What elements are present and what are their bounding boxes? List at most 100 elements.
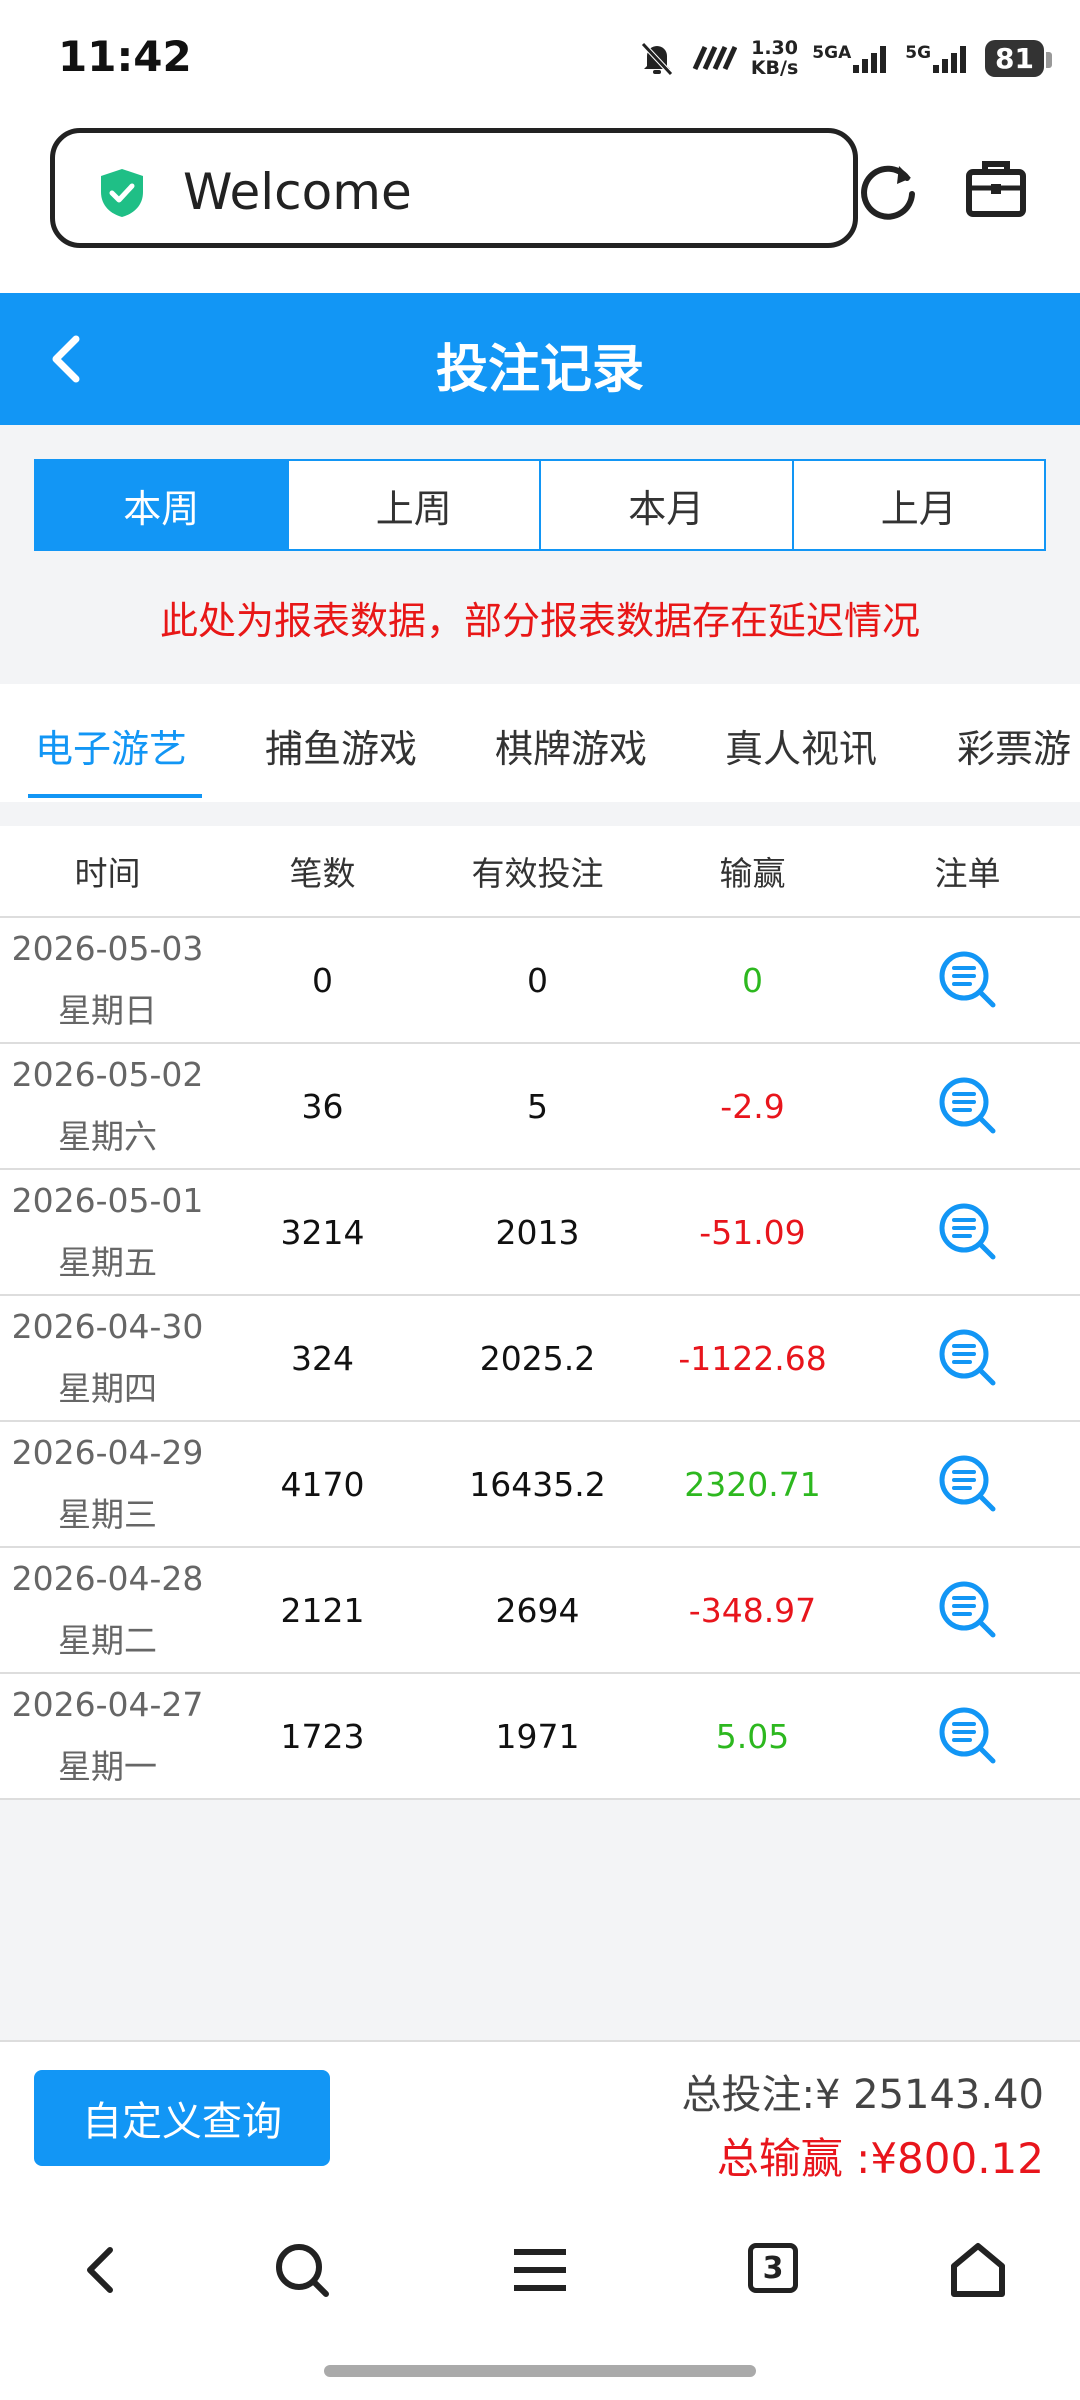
signal-5ga: 5GA xyxy=(812,43,891,73)
gesture-handle xyxy=(324,2365,756,2377)
table-row: 2026-05-03 星期日 0 0 0 xyxy=(0,918,1080,1044)
date-cell: 2026-04-28 星期二 xyxy=(0,1548,215,1672)
game-category-tabs: 电子游艺 捕鱼游戏 棋牌游戏 真人视讯 彩票游 xyxy=(0,684,1080,802)
page-header: 投注记录 xyxy=(0,293,1080,425)
menu-icon[interactable] xyxy=(510,2240,570,2300)
tab-card-games[interactable]: 棋牌游戏 xyxy=(495,718,647,773)
bet-detail-button[interactable] xyxy=(860,1075,1075,1137)
bet-detail-button[interactable] xyxy=(860,1579,1075,1641)
date-text: 2026-04-28 xyxy=(11,1559,204,1598)
valid-bet-cell: 2025.2 xyxy=(479,1338,596,1378)
valid-bet-cell: 16435.2 xyxy=(469,1464,606,1504)
active-tab-indicator xyxy=(28,794,202,798)
search-list-icon xyxy=(939,1581,995,1638)
table-row: 2026-04-27 星期一 1723 1971 5.05 xyxy=(0,1674,1080,1800)
date-cell: 2026-04-30 星期四 xyxy=(0,1296,215,1420)
bet-detail-button[interactable] xyxy=(860,1327,1075,1389)
tab-lottery[interactable]: 彩票游 xyxy=(957,718,1071,773)
search-list-icon xyxy=(939,1455,995,1512)
tab-this-week[interactable]: 本周 xyxy=(36,461,289,549)
total-bet: 总投注:¥ 25143.40 xyxy=(681,2072,1045,2118)
tab-live-casino[interactable]: 真人视讯 xyxy=(725,718,877,773)
carrier-logo-icon xyxy=(692,45,737,71)
column-header: 有效投注 xyxy=(471,854,604,893)
win-loss-cell: -1122.68 xyxy=(678,1338,827,1378)
signal-bars-icon xyxy=(853,46,887,73)
date-text: 2026-05-03 xyxy=(11,929,204,968)
valid-bet-cell: 0 xyxy=(527,960,548,1000)
home-icon[interactable] xyxy=(948,2240,1008,2300)
search-list-icon xyxy=(939,1077,995,1134)
date-text: 2026-04-30 xyxy=(11,1307,204,1346)
bet-detail-button[interactable] xyxy=(860,1705,1075,1767)
address-text: Welcome xyxy=(183,163,412,221)
date-cell: 2026-04-29 星期三 xyxy=(0,1422,215,1546)
date-cell: 2026-05-03 星期日 xyxy=(0,918,215,1042)
tab-electronic-games[interactable]: 电子游艺 xyxy=(35,718,187,773)
weekday-text: 星期二 xyxy=(58,1621,157,1660)
toolbox-icon[interactable] xyxy=(965,158,1027,220)
win-loss-cell: 2320.71 xyxy=(684,1464,821,1504)
search-icon[interactable] xyxy=(272,2240,332,2300)
search-list-icon xyxy=(939,1707,995,1764)
summary-footer: 自定义查询 总投注:¥ 25143.40 总输赢 :¥800.12 xyxy=(0,2040,1080,2197)
tab-fishing-games[interactable]: 捕鱼游戏 xyxy=(265,718,417,773)
custom-query-button[interactable]: 自定义查询 xyxy=(34,2070,330,2166)
win-loss-cell: 0 xyxy=(742,960,763,1000)
status-time: 11:42 xyxy=(58,32,192,81)
refresh-icon[interactable] xyxy=(855,158,921,224)
win-loss-cell: -2.9 xyxy=(720,1086,785,1126)
date-text: 2026-05-02 xyxy=(11,1055,204,1094)
search-list-icon xyxy=(939,1203,995,1260)
valid-bet-cell: 2013 xyxy=(495,1212,580,1252)
delay-notice: 此处为报表数据，部分报表数据存在延迟情况 xyxy=(159,599,920,643)
valid-bet-cell: 2694 xyxy=(495,1590,580,1630)
bet-detail-button[interactable] xyxy=(860,1453,1075,1515)
column-header: 注单 xyxy=(934,854,1001,893)
weekday-text: 星期日 xyxy=(58,991,157,1030)
status-icons: 1.30 KB/s 5GA 5G 81 xyxy=(637,34,1052,82)
count-cell: 2121 xyxy=(280,1590,365,1630)
column-header: 时间 xyxy=(74,854,141,893)
tab-last-month[interactable]: 上月 xyxy=(794,461,1045,549)
tabs-count-icon[interactable]: 3 xyxy=(748,2243,798,2293)
tab-this-month[interactable]: 本月 xyxy=(541,461,794,549)
search-list-icon xyxy=(939,951,995,1008)
weekday-text: 星期四 xyxy=(58,1369,157,1408)
table-row: 2026-05-01 星期五 3214 2013 -51.09 xyxy=(0,1170,1080,1296)
net-speed: 1.30 KB/s xyxy=(750,37,799,79)
weekday-text: 星期一 xyxy=(58,1747,157,1786)
column-header: 笔数 xyxy=(289,854,356,893)
win-loss-cell: -51.09 xyxy=(699,1212,806,1252)
browser-nav-bar: 3 xyxy=(0,2195,1080,2400)
date-text: 2026-05-01 xyxy=(11,1181,204,1220)
table-row: 2026-04-28 星期二 2121 2694 -348.97 xyxy=(0,1548,1080,1674)
tab-last-week[interactable]: 上周 xyxy=(289,461,541,549)
browser-toolbar: Welcome xyxy=(0,118,1080,293)
shield-check-icon xyxy=(101,169,143,217)
signal-bars-icon xyxy=(933,46,967,73)
count-cell: 1723 xyxy=(280,1716,365,1756)
weekday-text: 星期六 xyxy=(58,1117,157,1156)
signal-5g: 5G xyxy=(905,43,971,73)
count-cell: 4170 xyxy=(280,1464,365,1504)
count-cell: 3214 xyxy=(280,1212,365,1252)
address-bar[interactable]: Welcome xyxy=(50,128,858,248)
count-cell: 0 xyxy=(312,960,333,1000)
search-list-icon xyxy=(939,1329,995,1386)
date-range-tabs: 本周 上周 本月 上月 xyxy=(34,459,1046,551)
table-row: 2026-05-02 星期六 36 5 -2.9 xyxy=(0,1044,1080,1170)
date-text: 2026-04-27 xyxy=(11,1685,204,1724)
date-text: 2026-04-29 xyxy=(11,1433,204,1472)
bet-detail-button[interactable] xyxy=(860,1201,1075,1263)
bet-detail-button[interactable] xyxy=(860,949,1075,1011)
mute-bell-icon xyxy=(640,42,673,76)
date-cell: 2026-04-27 星期一 xyxy=(0,1674,215,1798)
count-cell: 36 xyxy=(301,1086,344,1126)
valid-bet-cell: 5 xyxy=(527,1086,548,1126)
date-cell: 2026-05-01 星期五 xyxy=(0,1170,215,1294)
back-icon[interactable] xyxy=(80,2240,120,2300)
valid-bet-cell: 1971 xyxy=(495,1716,580,1756)
battery-indicator: 81 xyxy=(985,39,1052,77)
date-cell: 2026-05-02 星期六 xyxy=(0,1044,215,1168)
